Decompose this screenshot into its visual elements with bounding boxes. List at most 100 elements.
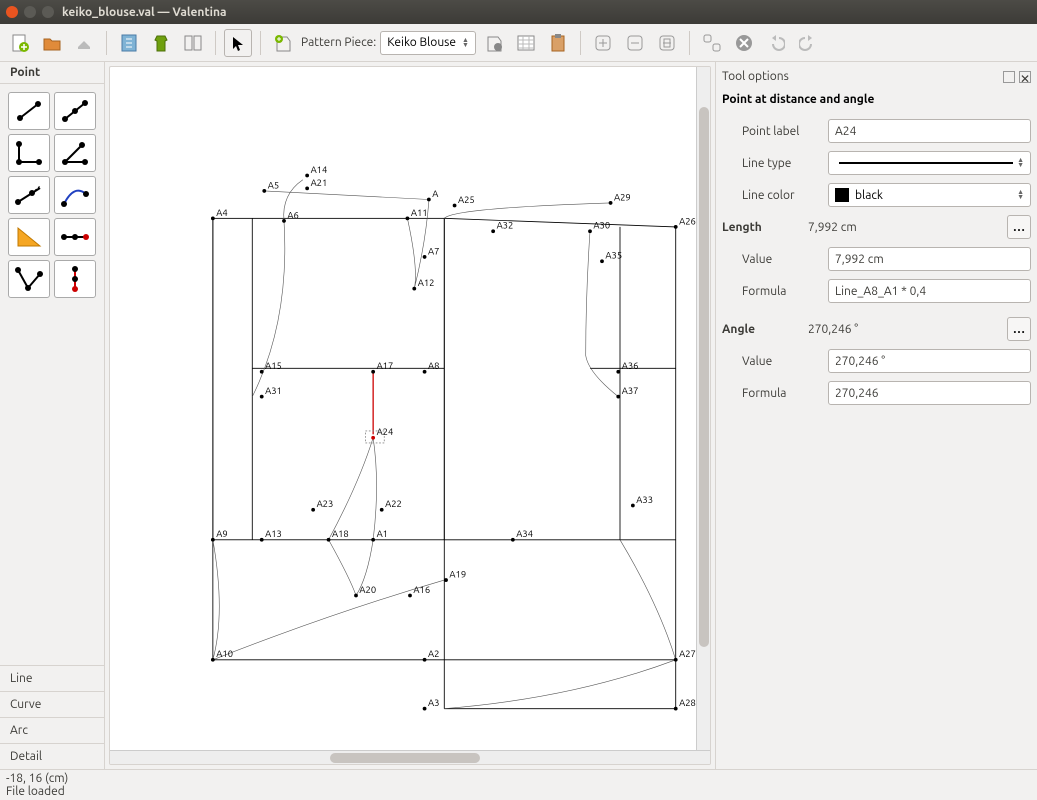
table-button[interactable] <box>512 29 540 57</box>
point-A11[interactable] <box>406 216 410 220</box>
tool-tab-point[interactable]: Point <box>0 62 104 84</box>
tool-point-curve[interactable] <box>54 176 96 214</box>
stop-button[interactable] <box>730 29 758 57</box>
tool-tab-curve[interactable]: Curve <box>0 691 104 717</box>
layout-button[interactable] <box>179 29 207 57</box>
point-A22[interactable] <box>380 508 384 512</box>
point-label-A19: A19 <box>449 569 466 580</box>
point-A34[interactable] <box>511 538 515 542</box>
point-A3[interactable] <box>423 707 427 711</box>
point-A29[interactable] <box>609 201 613 205</box>
drawing-canvas[interactable]: A4A5A14A21A6AA25A11A32A30A29A26A7A35A12A… <box>109 66 711 765</box>
point-A5[interactable] <box>262 189 266 193</box>
point-label-A2: A2 <box>428 648 439 659</box>
tool-shoulder[interactable] <box>8 176 50 214</box>
point-A32[interactable] <box>491 229 495 233</box>
point-A15[interactable] <box>260 370 264 374</box>
point-label-A10: A10 <box>216 648 233 659</box>
add-piece-button[interactable] <box>269 29 297 57</box>
point-A[interactable] <box>427 198 431 202</box>
point-A24[interactable] <box>371 436 375 440</box>
point-A37[interactable] <box>616 395 620 399</box>
angle-formula-label: Formula <box>742 387 820 400</box>
point-A17[interactable] <box>371 370 375 374</box>
point-A35[interactable] <box>600 259 604 263</box>
point-label-input[interactable] <box>828 119 1031 143</box>
undo-button[interactable] <box>762 29 790 57</box>
tool-point-arc[interactable] <box>8 260 50 298</box>
chevron-updown-icon: ▲▼ <box>1017 190 1024 200</box>
point-A36[interactable] <box>616 370 620 374</box>
pointer-button[interactable] <box>224 29 252 57</box>
point-label-A11: A11 <box>411 207 428 218</box>
point-label-A1: A1 <box>377 528 388 539</box>
new-button[interactable] <box>6 29 34 57</box>
point-A31[interactable] <box>260 395 264 399</box>
point-A8[interactable] <box>423 370 427 374</box>
point-A21[interactable] <box>305 186 309 190</box>
angle-formula-input[interactable] <box>828 381 1031 405</box>
point-label-A25: A25 <box>458 194 475 205</box>
point-label-A32: A32 <box>497 220 514 231</box>
maximize-icon[interactable] <box>42 6 54 18</box>
point-A26[interactable] <box>674 225 678 229</box>
point-A10[interactable] <box>211 658 215 662</box>
redo-button[interactable] <box>794 29 822 57</box>
tool-tab-detail[interactable]: Detail <box>0 743 104 769</box>
point-A33[interactable] <box>631 504 635 508</box>
point-A1[interactable] <box>371 538 375 542</box>
point-A14[interactable] <box>305 174 309 178</box>
point-label-A23: A23 <box>317 498 334 509</box>
tool-point-intersection[interactable] <box>54 218 96 256</box>
tool-segment[interactable] <box>8 92 50 130</box>
tool-perpendicular[interactable] <box>8 134 50 172</box>
point-A27[interactable] <box>674 658 678 662</box>
line-type-combo[interactable]: ▲▼ <box>828 151 1031 175</box>
close-icon[interactable] <box>6 6 18 18</box>
length-expand-button[interactable]: … <box>1007 215 1031 239</box>
point-A2[interactable] <box>423 658 427 662</box>
tool-bisector[interactable] <box>54 134 96 172</box>
minimize-icon[interactable] <box>24 6 36 18</box>
point-A9[interactable] <box>211 538 215 542</box>
point-A4[interactable] <box>211 216 215 220</box>
detach-icon[interactable] <box>1003 71 1015 83</box>
zoom-original-button[interactable] <box>698 29 726 57</box>
point-A25[interactable] <box>453 204 457 208</box>
pattern-piece-combo[interactable]: Keiko Blouse ▲▼ <box>380 31 476 55</box>
point-A20[interactable] <box>354 594 358 598</box>
tool-triangle[interactable] <box>8 218 50 256</box>
point-A28[interactable] <box>674 707 678 711</box>
point-A13[interactable] <box>260 538 264 542</box>
measurements-button[interactable] <box>115 29 143 57</box>
point-A30[interactable] <box>588 229 592 233</box>
save-button[interactable] <box>70 29 98 57</box>
clipboard-button[interactable] <box>544 29 572 57</box>
horizontal-scrollbar[interactable] <box>110 750 710 764</box>
tool-point-xy[interactable] <box>54 260 96 298</box>
point-A12[interactable] <box>412 287 416 291</box>
close-panel-icon[interactable]: ✕ <box>1019 71 1031 83</box>
garment-button[interactable] <box>147 29 175 57</box>
config-piece-button[interactable] <box>480 29 508 57</box>
point-A18[interactable] <box>327 538 331 542</box>
length-formula-input[interactable] <box>828 279 1031 303</box>
zoom-out-button[interactable] <box>621 29 649 57</box>
tool-midpoint[interactable] <box>54 92 96 130</box>
line-color-combo[interactable]: black ▲▼ <box>828 183 1031 207</box>
open-button[interactable] <box>38 29 66 57</box>
point-A7[interactable] <box>423 255 427 259</box>
angle-expand-button[interactable]: … <box>1007 317 1031 341</box>
tool-tab-line[interactable]: Line <box>0 665 104 691</box>
zoom-in-button[interactable] <box>589 29 617 57</box>
vertical-scrollbar[interactable] <box>696 67 710 750</box>
point-A23[interactable] <box>311 508 315 512</box>
point-A16[interactable] <box>408 594 412 598</box>
tool-tab-arc[interactable]: Arc <box>0 717 104 743</box>
angle-value-input[interactable] <box>828 349 1031 373</box>
zoom-fit-button[interactable] <box>653 29 681 57</box>
point-label-A: A <box>432 188 439 199</box>
length-value-input[interactable] <box>828 247 1031 271</box>
point-A19[interactable] <box>444 578 448 582</box>
point-A6[interactable] <box>282 219 286 223</box>
